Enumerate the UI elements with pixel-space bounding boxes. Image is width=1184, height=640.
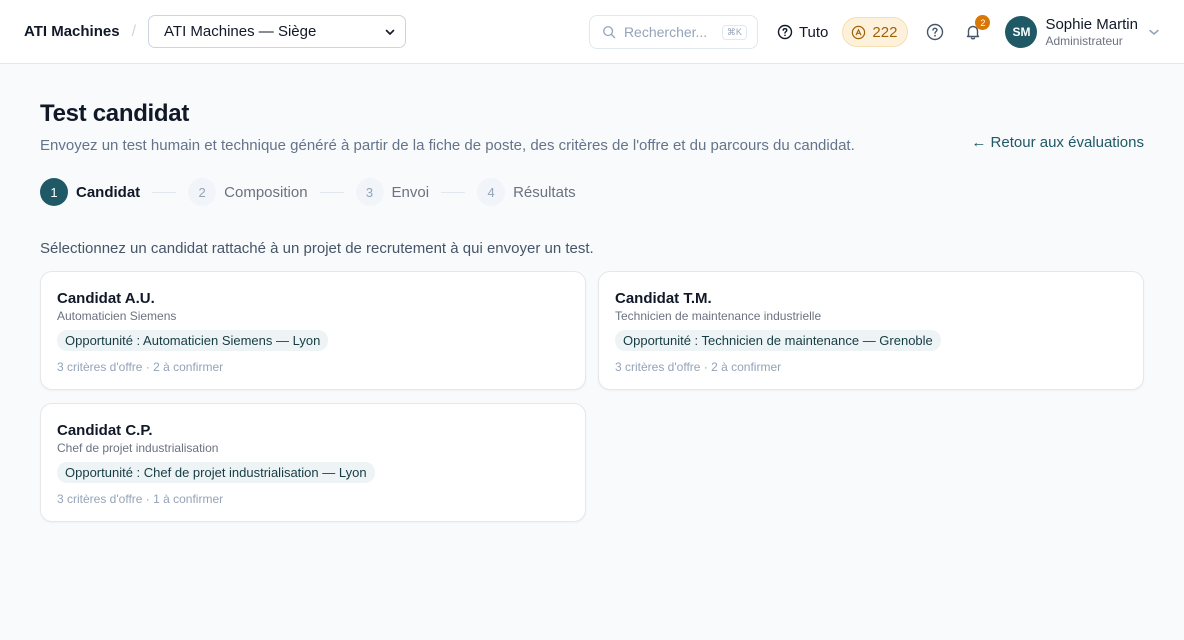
candidate-card[interactable]: Candidat C.P. Chef de projet industriali… <box>40 403 586 522</box>
candidate-card[interactable]: Candidat T.M. Technicien de maintenance … <box>598 271 1144 390</box>
breadcrumb-separator: / <box>131 22 137 40</box>
search-icon <box>603 26 616 39</box>
step-label: Résultats <box>513 183 576 201</box>
opportunity-tag: Opportunité : Automaticien Siemens — Lyo… <box>57 330 329 351</box>
candidate-name: Candidat A.U. <box>57 290 155 307</box>
candidate-criteria-summary: 3 critères d'offre · 1 à confirmer <box>57 492 224 506</box>
candidate-list: Candidat A.U. Automaticien Siemens Oppor… <box>40 271 1144 522</box>
user-role: Administrateur <box>1045 33 1123 48</box>
page-title: Test candidat <box>40 100 190 127</box>
tuto-button[interactable]: Tuto <box>777 24 828 41</box>
step-number: 1 <box>40 178 68 206</box>
chevron-down-icon <box>385 29 395 35</box>
user-info: Sophie Martin Administrateur <box>1045 16 1138 48</box>
step-label: Composition <box>224 183 308 201</box>
step-label: Envoi <box>391 183 430 201</box>
organization-select-value: ATI Machines — Siège <box>164 23 317 40</box>
search-shortcut: ⌘K <box>721 24 747 40</box>
step-composition[interactable]: 2 Composition <box>188 178 308 206</box>
candidate-role: Automaticien Siemens <box>57 309 177 323</box>
step-resultats[interactable]: 4 Résultats <box>477 178 576 206</box>
coin-icon <box>852 25 866 39</box>
search-input[interactable]: Rechercher... ⌘K <box>588 15 758 49</box>
candidate-name: Candidat T.M. <box>615 290 712 307</box>
back-to-evaluations-link[interactable]: ← Retour aux évaluations <box>971 134 1144 151</box>
question-icon <box>927 23 944 41</box>
user-menu[interactable]: SM Sophie Martin Administrateur <box>1005 16 1160 48</box>
top-bar-actions: Rechercher... ⌘K Tuto 222 2 SM Sophie Ma… <box>588 0 1160 64</box>
help-button[interactable] <box>924 21 946 43</box>
candidate-criteria-summary: 3 critères d'offre · 2 à confirmer <box>615 360 782 374</box>
organization-select[interactable]: ATI Machines — Siège <box>148 15 407 48</box>
search-placeholder: Rechercher... <box>623 24 708 40</box>
candidate-role: Chef de projet industrialisation <box>57 441 219 455</box>
step-candidat[interactable]: 1 Candidat <box>40 178 140 206</box>
main-content: Test candidat Envoyez un test humain et … <box>0 64 1184 522</box>
stepper: 1 Candidat 2 Composition 3 Envoi 4 Résul… <box>40 178 1144 206</box>
top-bar: ATI Machines / ATI Machines — Siège Rech… <box>0 0 1184 64</box>
step-connector <box>152 191 177 193</box>
user-name: Sophie Martin <box>1045 15 1138 33</box>
notifications-count-badge: 2 <box>975 15 991 30</box>
step-number: 4 <box>477 178 506 206</box>
tuto-label: Tuto <box>798 23 829 41</box>
step-label: Candidat <box>76 183 141 201</box>
candidate-role: Technicien de maintenance industrielle <box>615 309 822 323</box>
opportunity-tag: Opportunité : Technicien de maintenance … <box>615 330 941 351</box>
opportunity-tag: Opportunité : Chef de projet industriali… <box>57 462 375 483</box>
chevron-down-icon <box>1149 29 1159 35</box>
candidate-card[interactable]: Candidat A.U. Automaticien Siemens Oppor… <box>40 271 586 390</box>
notifications-button[interactable]: 2 <box>962 15 991 43</box>
step-connector <box>441 191 466 193</box>
avatar: SM <box>1005 15 1038 48</box>
help-circle-icon <box>777 24 793 40</box>
candidate-criteria-summary: 3 critères d'offre · 2 à confirmer <box>57 360 224 374</box>
step-connector <box>319 191 344 193</box>
step-number: 3 <box>355 178 384 206</box>
brand-name[interactable]: ATI Machines <box>24 23 120 40</box>
instruction-text: Sélectionnez un candidat rattaché à un p… <box>40 240 594 257</box>
step-envoi[interactable]: 3 Envoi <box>355 178 430 206</box>
credits-badge[interactable]: 222 <box>842 17 909 47</box>
candidate-name: Candidat C.P. <box>57 422 153 439</box>
step-number: 2 <box>188 178 217 206</box>
credits-value: 222 <box>872 23 898 41</box>
